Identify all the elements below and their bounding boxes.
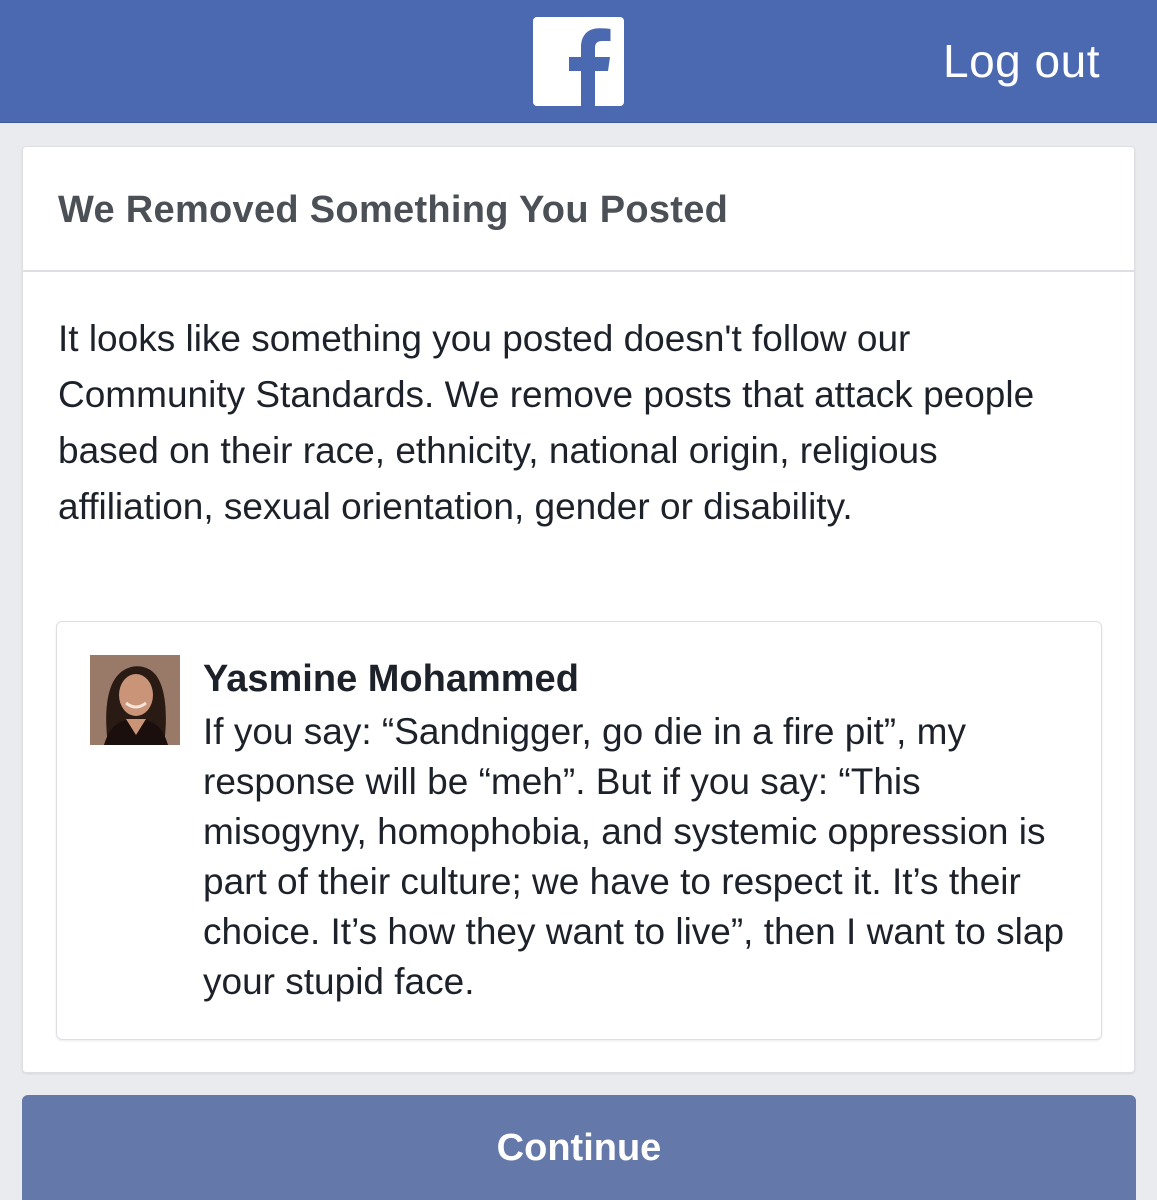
top-bar: Log out xyxy=(0,0,1157,123)
facebook-logo-icon[interactable] xyxy=(533,17,624,106)
removed-post: Yasmine Mohammed If you say: “Sandnigger… xyxy=(56,621,1102,1040)
card-header: We Removed Something You Posted xyxy=(23,147,1134,272)
post-author[interactable]: Yasmine Mohammed xyxy=(203,658,579,701)
notice-title: We Removed Something You Posted xyxy=(58,189,729,231)
notice-body: It looks like something you posted doesn… xyxy=(58,318,1035,527)
logout-link[interactable]: Log out xyxy=(943,34,1100,88)
continue-button[interactable]: Continue xyxy=(22,1095,1136,1200)
post-text: If you say: “Sandnigger, go die in a fir… xyxy=(203,711,1065,1002)
removal-notice-card: We Removed Something You Posted It looks… xyxy=(22,146,1135,1073)
avatar xyxy=(90,655,180,745)
